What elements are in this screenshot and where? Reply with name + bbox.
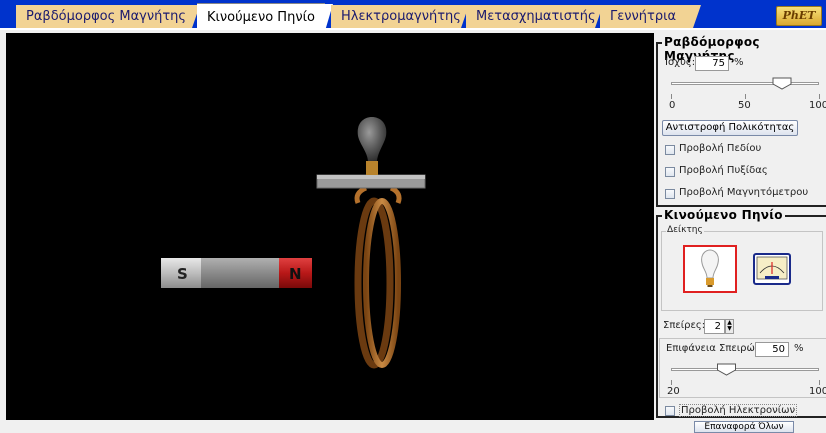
strength-slider-thumb[interactable]	[658, 75, 826, 91]
tab-pickup-coil[interactable]: Κινούμενο Πηνίο	[197, 3, 333, 31]
light-bulb-icon	[701, 249, 719, 287]
pickup-coil-group-title: Κινούμενο Πηνίο	[662, 208, 785, 222]
strength-tick-min	[671, 94, 672, 99]
control-panel: Ραβδόμορφος Μαγνήτης Ισχύς: 75 % 0 50 10…	[654, 33, 826, 428]
simulation-canvas[interactable]: S N	[6, 33, 654, 420]
loops-input[interactable]: 2	[704, 319, 725, 334]
loop-area-input[interactable]: 50	[755, 342, 789, 357]
strength-unit: %	[734, 57, 744, 68]
coil-loop-back	[354, 197, 394, 369]
show-field-label: Προβολή Πεδίου	[679, 143, 762, 154]
strength-label: Ισχύς:	[665, 57, 696, 68]
strength-tick-mid	[745, 94, 746, 99]
indicator-label: Δείκτης	[666, 225, 704, 235]
tab-label: Γεννήτρια	[610, 9, 677, 24]
show-field-checkbox[interactable]	[665, 145, 675, 155]
coil-wire-right	[389, 185, 402, 204]
loop-area-slider-thumb[interactable]	[658, 361, 826, 377]
bar-magnet[interactable]: S N	[161, 258, 312, 288]
show-compass-checkbox[interactable]	[665, 167, 675, 177]
reset-all-button[interactable]: Επαναφορά Όλων	[694, 421, 794, 433]
loop-area-scale-min: 20	[667, 386, 680, 397]
show-electrons-checkbox[interactable]	[665, 406, 675, 416]
bulb-platform-highlight	[317, 175, 425, 179]
show-meter-checkbox[interactable]	[665, 189, 675, 199]
pickup-coil[interactable]	[316, 117, 426, 369]
magnet-north-label: N	[289, 265, 302, 283]
voltmeter-icon	[756, 256, 788, 280]
show-meter-label: Προβολή Μαγνητόμετρου	[679, 187, 809, 198]
light-bulb-icon	[357, 117, 387, 161]
tab-label: Ηλεκτρομαγνήτης	[341, 9, 461, 24]
bulb-indicator-option[interactable]	[683, 245, 737, 293]
tab-label: Μετασχηματιστής	[476, 9, 596, 24]
loop-area-scale-max: 100	[809, 386, 826, 397]
strength-tick-max	[819, 94, 820, 99]
strength-scale-max: 100	[809, 100, 826, 111]
tab-bar: Ραβδόμορφος Μαγνήτης Κινούμενο Πηνίο Ηλε…	[0, 0, 826, 31]
loop-area-unit: %	[794, 343, 804, 354]
voltmeter-indicator-option[interactable]	[753, 253, 791, 285]
strength-scale-min: 0	[669, 100, 676, 111]
scene-svg: S N	[161, 117, 426, 369]
pickup-coil-group: Κινούμενο Πηνίο Δείκτης Σπείρες: 2 ▲ ▼ Ε…	[656, 208, 826, 418]
magnet-middle	[201, 258, 279, 288]
tab-label: Κινούμενο Πηνίο	[207, 10, 315, 25]
tab-bar-magnet[interactable]: Ραβδόμορφος Μαγνήτης	[16, 5, 200, 28]
strength-input[interactable]: 75	[695, 56, 729, 71]
loop-area-label: Επιφάνεια Σπειρών:	[666, 343, 764, 354]
loops-spinner[interactable]: ▲ ▼	[725, 319, 734, 334]
spinner-down-icon[interactable]: ▼	[726, 326, 733, 332]
loops-label: Σπείρες:	[663, 320, 706, 331]
tab-generator[interactable]: Γεννήτρια	[600, 5, 701, 28]
tab-transformer[interactable]: Μετασχηματιστής	[466, 5, 603, 28]
tab-electromagnet[interactable]: Ηλεκτρομαγνήτης	[331, 5, 469, 28]
loop-area-tick-min	[671, 380, 672, 385]
show-compass-label: Προβολή Πυξίδας	[679, 165, 768, 176]
bar-magnet-group: Ραβδόμορφος Μαγνήτης Ισχύς: 75 % 0 50 10…	[656, 35, 826, 207]
bulb-socket	[366, 161, 378, 175]
coil-wire-left	[354, 185, 368, 204]
tab-label: Ραβδόμορφος Μαγνήτης	[26, 9, 187, 24]
loop-area-tick-max	[819, 380, 820, 385]
magnet-south-label: S	[177, 265, 188, 283]
strength-scale-mid: 50	[738, 100, 751, 111]
phet-logo[interactable]: PhET	[776, 6, 822, 26]
show-electrons-label: Προβολή Ηλεκτρονίων	[679, 404, 798, 417]
flip-polarity-button[interactable]: Αντιστροφή Πολικότητας	[662, 120, 798, 136]
